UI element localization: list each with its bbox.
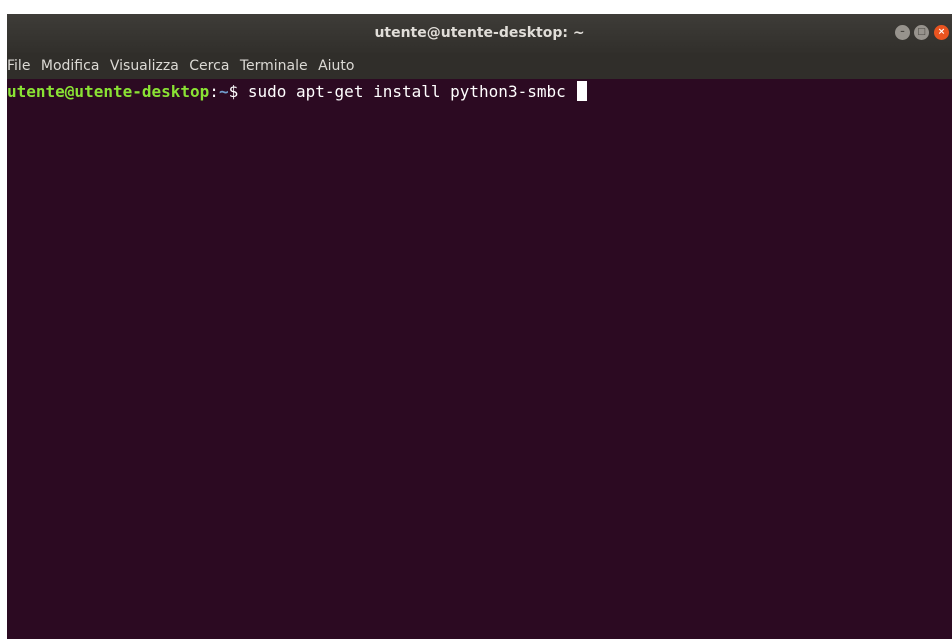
text-cursor: [577, 81, 588, 101]
prompt-line: utente@utente-desktop:~$ sudo apt-get in…: [7, 80, 588, 104]
close-icon[interactable]: ×: [934, 25, 949, 40]
terminal-window: utente@utente-desktop: ~ – □ × File Modi…: [7, 14, 952, 639]
menu-terminale[interactable]: Terminale: [237, 53, 311, 79]
prompt-path: ~: [218, 82, 229, 101]
minimize-icon[interactable]: –: [895, 25, 910, 40]
prompt-symbol: $: [228, 82, 239, 101]
maximize-icon[interactable]: □: [914, 25, 929, 40]
menu-bar: File Modifica Visualizza Cerca Terminale…: [7, 53, 952, 79]
menu-cerca[interactable]: Cerca: [186, 53, 232, 79]
menu-visualizza[interactable]: Visualizza: [107, 53, 182, 79]
window-title: utente@utente-desktop: ~: [374, 25, 585, 41]
menu-file[interactable]: File: [7, 53, 33, 79]
command-text: sudo apt-get install python3-smbc: [238, 82, 576, 101]
menu-aiuto[interactable]: Aiuto: [315, 53, 357, 79]
title-bar[interactable]: utente@utente-desktop: ~ – □ ×: [7, 14, 952, 53]
prompt-user-host: utente@utente-desktop: [7, 82, 210, 101]
terminal-area[interactable]: utente@utente-desktop:~$ sudo apt-get in…: [7, 79, 952, 639]
menu-modifica[interactable]: Modifica: [38, 53, 103, 79]
prompt-separator: :: [209, 82, 219, 101]
